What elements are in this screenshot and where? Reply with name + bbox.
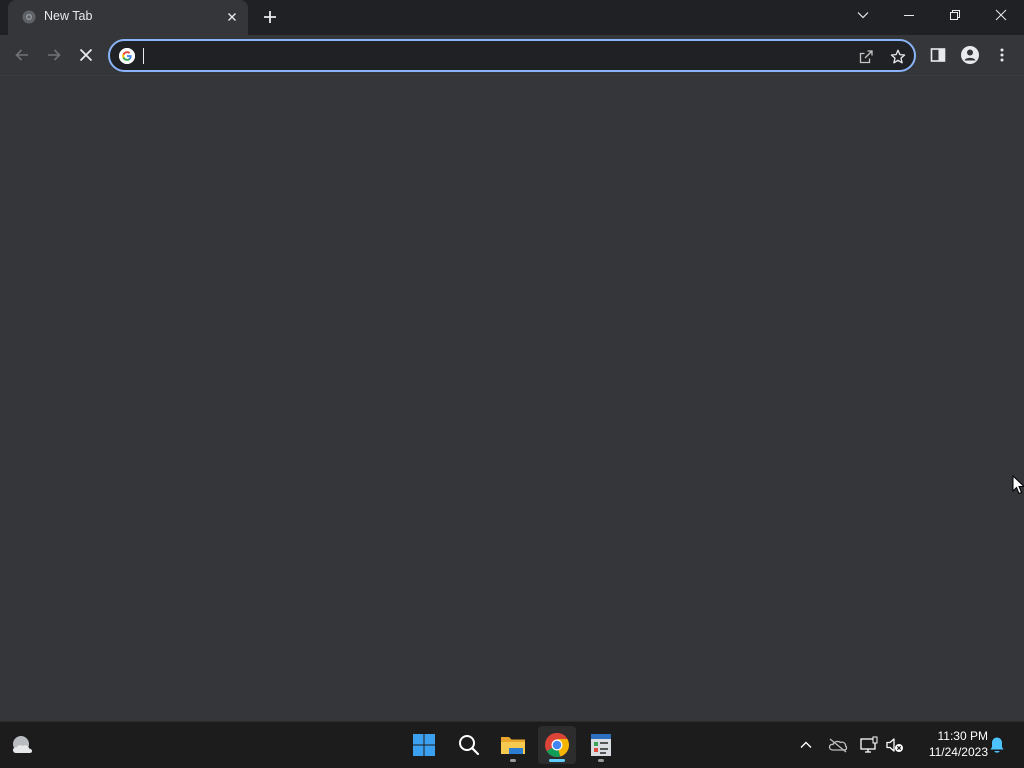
profile-button[interactable] — [956, 41, 984, 69]
running-indicator — [510, 759, 516, 762]
bookmark-star-icon[interactable] — [888, 47, 908, 67]
notification-bell-icon[interactable] — [986, 734, 1008, 756]
weather-widget-icon[interactable] — [10, 733, 36, 759]
clock-time: 11:30 PM — [937, 729, 988, 743]
control-panel-button[interactable] — [582, 726, 620, 764]
file-explorer-button[interactable] — [494, 726, 532, 764]
chrome-favicon-icon — [22, 10, 36, 24]
omnibox-input[interactable] — [142, 45, 842, 67]
start-button[interactable] — [405, 726, 443, 764]
chrome-taskbar-button[interactable] — [538, 726, 576, 764]
tab-title: New Tab — [44, 9, 93, 23]
chrome-menu-button[interactable] — [988, 41, 1016, 69]
volume-muted-icon[interactable] — [884, 734, 906, 756]
close-window-button[interactable] — [978, 0, 1024, 30]
onedrive-offline-icon[interactable] — [827, 734, 849, 756]
tab-close-icon[interactable] — [224, 9, 240, 25]
running-indicator — [598, 759, 604, 762]
minimize-button[interactable] — [886, 0, 932, 30]
taskbar: 11:30 PM 11/24/2023 — [0, 721, 1024, 768]
taskbar-clock[interactable]: 11:30 PM 11/24/2023 — [912, 728, 988, 760]
stop-loading-button[interactable] — [72, 41, 100, 69]
restore-button[interactable] — [932, 0, 978, 30]
mouse-pointer-icon — [1012, 474, 1024, 500]
browser-toolbar — [0, 35, 1024, 76]
show-hidden-icons-chevron-icon[interactable] — [795, 734, 817, 756]
active-app-indicator — [549, 759, 565, 762]
address-bar[interactable] — [108, 39, 916, 72]
back-button[interactable] — [8, 41, 36, 69]
tab-search-button[interactable] — [840, 0, 886, 30]
tab-strip: New Tab — [0, 0, 1024, 35]
clock-date: 11/24/2023 — [928, 745, 988, 759]
search-button[interactable] — [450, 726, 488, 764]
google-logo-icon — [119, 48, 135, 64]
page-content-area — [0, 76, 1024, 721]
new-tab-button[interactable] — [258, 5, 282, 29]
tab-new-tab[interactable]: New Tab — [8, 0, 248, 35]
forward-button[interactable] — [40, 41, 68, 69]
share-icon[interactable] — [856, 47, 876, 67]
side-panel-button[interactable] — [924, 41, 952, 69]
network-icon[interactable] — [858, 734, 880, 756]
text-caret — [143, 48, 144, 64]
